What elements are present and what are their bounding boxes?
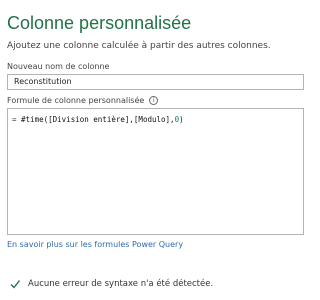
column-name-input[interactable]: Reconstitution [7,74,304,90]
formula-editor[interactable]: = #time([Division entière],[Modulo],0) [7,108,304,235]
formula-label: Formule de colonne personnalisée [7,96,145,105]
syntax-status: Aucune erreur de syntaxe n'a été détecté… [10,279,213,289]
syntax-status-text: Aucune erreur de syntaxe n'a été détecté… [28,279,214,289]
formula-suffix: ) [179,115,184,124]
formula-prefix: = [12,115,22,124]
formula-line: = #time([Division entière],[Modulo],0) [12,115,184,124]
formula-label-row: Formule de colonne personnalisée i [7,96,159,105]
info-icon[interactable]: i [149,96,159,105]
check-icon [10,280,20,289]
formula-code: #time([Division entière],[Modulo], [21,115,175,124]
power-query-help-link[interactable]: En savoir plus sur les formules Power Qu… [7,240,183,249]
dialog-subtitle: Ajoutez une colonne calculée à partir de… [7,41,271,51]
dialog-title: Colonne personnalisée [7,13,192,33]
column-name-label: Nouveau nom de colonne [7,62,110,71]
